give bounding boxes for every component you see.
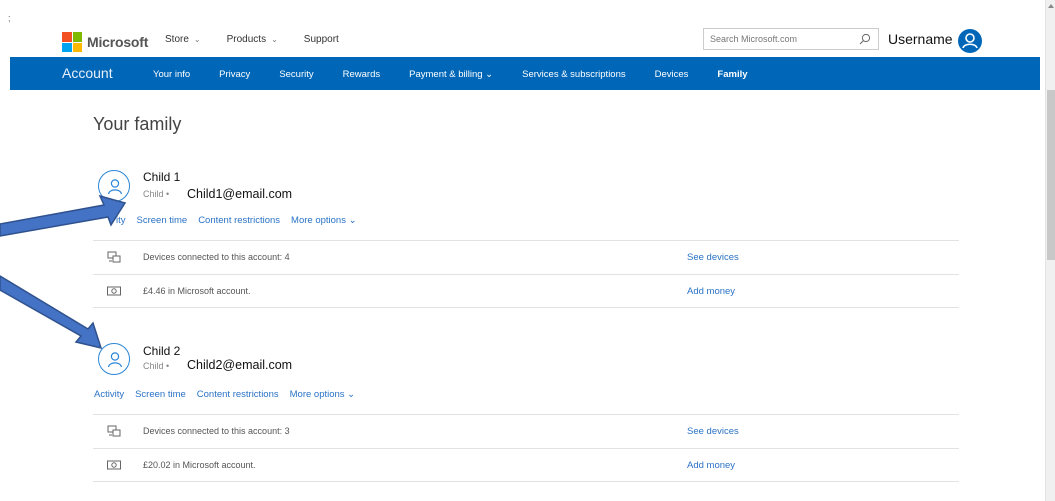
- child-avatar-icon[interactable]: [98, 170, 130, 202]
- account-nav: Account Your info Privacy Security Rewar…: [10, 57, 1040, 90]
- tab-devices[interactable]: Devices: [655, 69, 689, 80]
- member-role: Child •: [143, 361, 170, 371]
- search-icon[interactable]: [859, 33, 871, 45]
- nav-support[interactable]: Support: [304, 34, 339, 45]
- more-options-link[interactable]: More options ⌄: [291, 215, 357, 226]
- account-title[interactable]: Account: [62, 65, 113, 81]
- logo-text: Microsoft: [87, 34, 149, 50]
- money-icon: [107, 286, 121, 296]
- devices-row: Devices connected to this account: 3 See…: [93, 414, 959, 448]
- add-money-link[interactable]: Add money: [687, 460, 735, 471]
- member-email: Child1@email.com: [187, 187, 293, 201]
- see-devices-link[interactable]: See devices: [687, 252, 739, 263]
- tab-services-subscriptions[interactable]: Services & subscriptions: [522, 69, 625, 80]
- microsoft-logo-icon: [62, 32, 82, 52]
- child-avatar-icon[interactable]: [98, 343, 130, 375]
- tab-security[interactable]: Security: [279, 69, 313, 80]
- chevron-down-icon: ⌄: [271, 35, 278, 44]
- money-text: £20.02 in Microsoft account.: [143, 460, 256, 470]
- scrollbar[interactable]: [1045, 0, 1055, 501]
- scroll-thumb[interactable]: [1047, 90, 1055, 260]
- annotation-arrow-2: [0, 275, 103, 350]
- money-text: £4.46 in Microsoft account.: [143, 286, 251, 296]
- devices-text: Devices connected to this account: 3: [143, 426, 290, 436]
- nav-support-label: Support: [303, 34, 339, 45]
- member-links: ity Screen time Content restrictions Mor…: [116, 215, 368, 226]
- nav-store[interactable]: Store ⌄: [165, 34, 201, 45]
- search-input[interactable]: Search Microsoft.com: [703, 28, 879, 50]
- devices-text: Devices connected to this account: 4: [143, 252, 290, 262]
- see-devices-link[interactable]: See devices: [687, 426, 739, 437]
- money-row: £20.02 in Microsoft account. Add money: [93, 448, 959, 482]
- nav-store-label: Store: [165, 34, 189, 45]
- member-name[interactable]: Child 2: [143, 344, 180, 358]
- member-role: Child •: [143, 189, 170, 199]
- site-header: Microsoft Store ⌄ Products ⌄ Support Searc…: [0, 0, 1045, 57]
- screen-time-link[interactable]: Screen time: [137, 215, 188, 226]
- screen-time-link[interactable]: Screen time: [135, 389, 186, 400]
- search-placeholder: Search Microsoft.com: [710, 34, 798, 44]
- devices-icon: [107, 251, 121, 263]
- content-restrictions-link[interactable]: Content restrictions: [197, 389, 279, 400]
- tab-payment-billing[interactable]: Payment & billing ⌄: [409, 69, 493, 80]
- devices-row: Devices connected to this account: 4 See…: [93, 240, 959, 274]
- devices-icon: [107, 425, 121, 437]
- microsoft-logo[interactable]: Microsoft: [62, 32, 148, 52]
- member-email: Child2@email.com: [187, 358, 293, 372]
- nav-products[interactable]: Products ⌄: [227, 34, 278, 45]
- nav-products-label: Products: [226, 34, 267, 45]
- tab-rewards[interactable]: Rewards: [343, 69, 381, 80]
- tab-family[interactable]: Family: [717, 69, 747, 80]
- account-nav-links: Your info Privacy Security Rewards Payme…: [153, 69, 777, 80]
- activity-link[interactable]: ity: [116, 215, 126, 226]
- top-nav: Store ⌄ Products ⌄ Support: [165, 34, 365, 45]
- content-restrictions-link[interactable]: Content restrictions: [198, 215, 280, 226]
- tab-your-info[interactable]: Your info: [153, 69, 190, 80]
- scroll-up-icon[interactable]: [1048, 4, 1054, 8]
- annotation-arrow-1: [0, 194, 127, 237]
- member-name[interactable]: Child 1: [143, 170, 180, 184]
- user-avatar-icon[interactable]: [958, 29, 982, 53]
- member-links: Activity Screen time Content restriction…: [94, 389, 366, 400]
- chevron-down-icon: ⌄: [193, 35, 201, 44]
- tab-privacy[interactable]: Privacy: [219, 69, 250, 80]
- username[interactable]: Username: [888, 31, 953, 47]
- add-money-link[interactable]: Add money: [687, 286, 735, 297]
- activity-link[interactable]: Activity: [94, 389, 124, 400]
- money-row: £4.46 in Microsoft account. Add money: [93, 274, 959, 308]
- money-icon: [107, 460, 121, 470]
- page-title: Your family: [93, 114, 182, 134]
- more-options-link[interactable]: More options ⌄: [290, 389, 356, 400]
